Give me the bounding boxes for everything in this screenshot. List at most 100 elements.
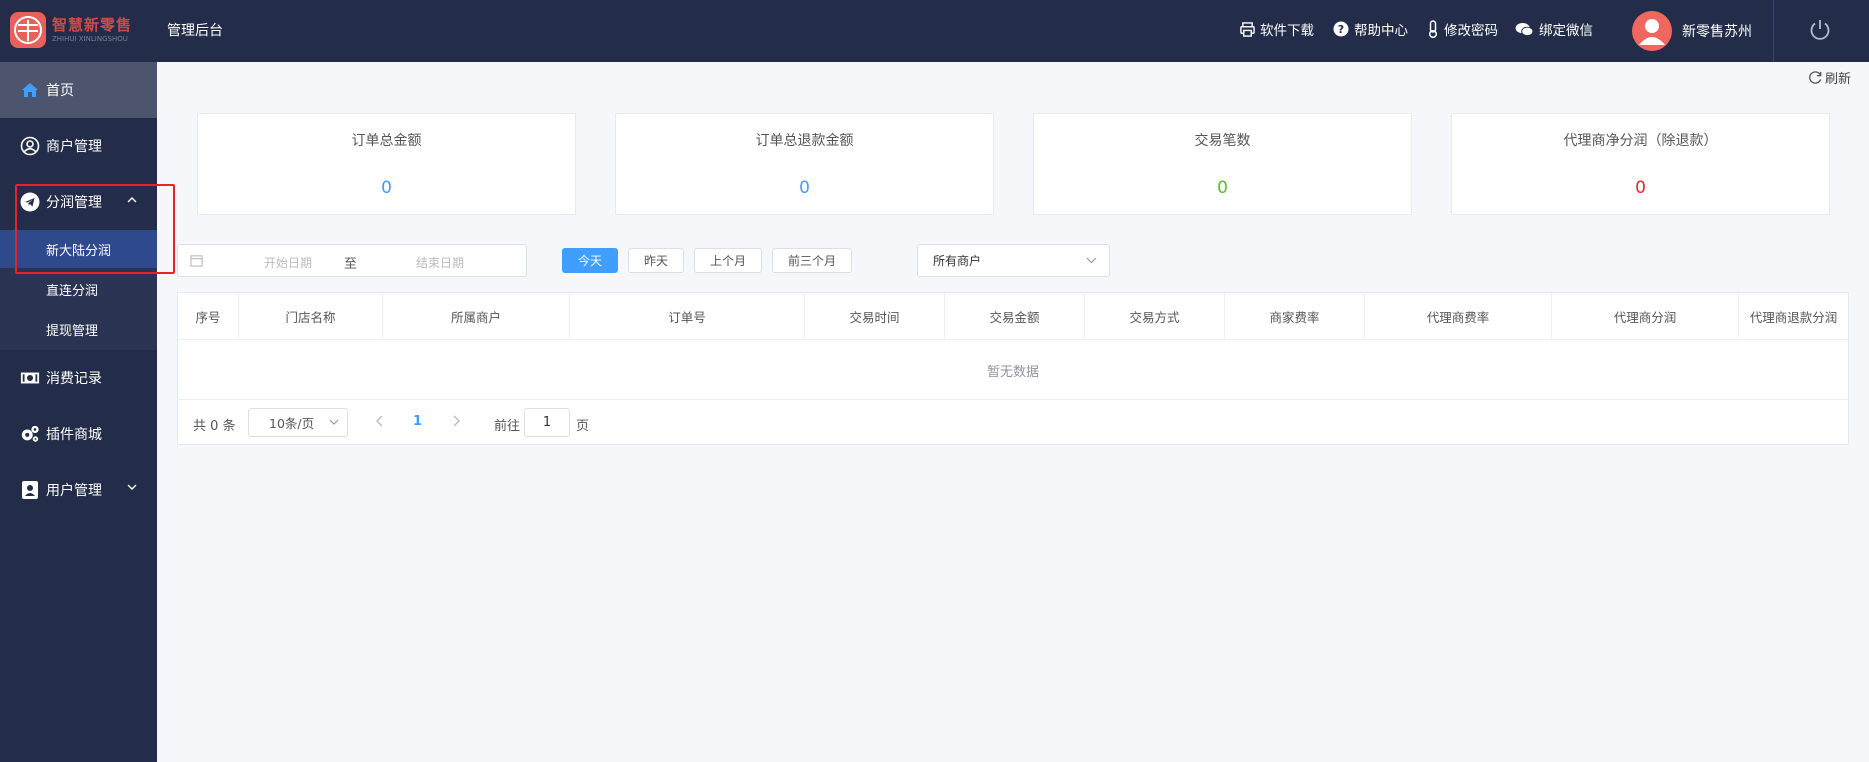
start-date-input[interactable]: 开始日期 bbox=[248, 254, 328, 271]
calendar-icon bbox=[190, 255, 203, 267]
chevron-down-icon bbox=[1086, 257, 1097, 264]
chevron-up-icon bbox=[127, 197, 137, 203]
home-icon bbox=[20, 80, 40, 100]
sidebar-item-consumption[interactable]: 消费记录 bbox=[0, 350, 157, 406]
stat-card-refund-total: 订单总退款金额 0 bbox=[615, 113, 994, 215]
goto-page-input[interactable] bbox=[524, 408, 570, 437]
sidebar-item-merchant[interactable]: 商户管理 bbox=[0, 118, 157, 174]
help-center-label: 帮助中心 bbox=[1354, 23, 1408, 39]
column-header: 交易方式 bbox=[1085, 293, 1225, 340]
sidebar-item-label: 首页 bbox=[46, 83, 74, 99]
column-header: 订单号 bbox=[570, 293, 805, 340]
contact-book-icon bbox=[20, 480, 40, 500]
printer-icon bbox=[1240, 21, 1255, 37]
empty-state: 暂无数据 bbox=[178, 341, 1848, 400]
last-month-button[interactable]: 上个月 bbox=[694, 248, 762, 273]
last-three-months-button[interactable]: 前三个月 bbox=[772, 248, 852, 273]
refresh-button[interactable]: 刷新 bbox=[1808, 68, 1851, 87]
column-header: 代理商费率 bbox=[1365, 293, 1552, 340]
next-page-button[interactable] bbox=[451, 414, 461, 428]
sidebar-subitem-label: 提现管理 bbox=[46, 323, 99, 339]
stat-card-order-total: 订单总金额 0 bbox=[197, 113, 576, 215]
software-download-label: 软件下载 bbox=[1260, 23, 1314, 39]
telegram-icon bbox=[20, 192, 40, 212]
sidebar-subitem-label: 新大陆分润 bbox=[46, 243, 112, 259]
software-download-link[interactable]: 软件下载 bbox=[1240, 19, 1314, 39]
logo-text: 智慧新零售 bbox=[52, 15, 133, 34]
sidebar-item-label: 商户管理 bbox=[46, 139, 102, 155]
user-icon bbox=[1639, 19, 1665, 45]
power-icon bbox=[1810, 20, 1830, 40]
gears-icon bbox=[20, 424, 40, 444]
goto-suffix: 页 bbox=[576, 419, 590, 434]
sidebar-subitem-direct-profit[interactable]: 直连分润 bbox=[0, 270, 157, 308]
refresh-label: 刷新 bbox=[1825, 72, 1852, 87]
table-header: 序号 门店名称 所属商户 订单号 交易时间 交易金额 交易方式 商家费率 代理商… bbox=[178, 293, 1848, 340]
chat-bubbles-icon bbox=[1515, 22, 1534, 36]
sidebar-item-user-management[interactable]: 用户管理 bbox=[0, 462, 157, 518]
stat-label: 订单总金额 bbox=[351, 133, 422, 149]
page-size-value: 10条/页 bbox=[269, 416, 315, 431]
stat-value: 0 bbox=[799, 178, 810, 198]
user-avatar[interactable] bbox=[1632, 11, 1672, 51]
sidebar-item-label: 用户管理 bbox=[46, 483, 102, 499]
logout-button[interactable] bbox=[1808, 18, 1832, 46]
sidebar-subitem-label: 直连分润 bbox=[46, 283, 99, 299]
money-icon bbox=[20, 368, 40, 388]
stat-label: 订单总退款金额 bbox=[755, 133, 854, 149]
top-header: 智慧新零售 ZHIHUI XINLINGSHOU 管理后台 软件下载 ? 帮助中… bbox=[0, 0, 1869, 62]
bind-wechat-label: 绑定微信 bbox=[1539, 23, 1593, 39]
date-range-picker[interactable]: 开始日期 至 结束日期 bbox=[177, 244, 527, 277]
refresh-icon bbox=[1809, 71, 1822, 84]
today-button[interactable]: 今天 bbox=[562, 248, 618, 273]
column-header: 交易时间 bbox=[805, 293, 945, 340]
merchant-select[interactable]: 所有商户 bbox=[917, 244, 1110, 277]
svg-text:?: ? bbox=[1338, 23, 1344, 36]
prev-page-button[interactable] bbox=[375, 414, 385, 428]
sidebar: 首页 商户管理 分润管理 新大陆分润 直连分润 提现管理 消费记录 插件商城 用… bbox=[0, 62, 157, 762]
stat-label: 交易笔数 bbox=[1194, 133, 1251, 149]
brand-logo[interactable]: 智慧新零售 ZHIHUI XINLINGSHOU bbox=[10, 10, 146, 50]
thermometer-icon bbox=[1428, 20, 1438, 38]
merchant-select-value: 所有商户 bbox=[933, 254, 982, 268]
logo-icon bbox=[10, 12, 46, 48]
column-header: 序号 bbox=[178, 293, 239, 340]
header-title: 管理后台 bbox=[167, 23, 223, 39]
goto-label: 前往 bbox=[494, 419, 521, 434]
sidebar-subitem-withdrawal[interactable]: 提现管理 bbox=[0, 310, 157, 348]
end-date-input[interactable]: 结束日期 bbox=[400, 254, 480, 271]
header-divider bbox=[1773, 0, 1774, 62]
stat-label: 代理商净分润（除退款） bbox=[1563, 133, 1718, 149]
user-circle-icon bbox=[20, 136, 40, 156]
change-password-link[interactable]: 修改密码 bbox=[1427, 19, 1498, 39]
sidebar-item-label: 消费记录 bbox=[46, 371, 102, 387]
sidebar-item-profit-sharing[interactable]: 分润管理 bbox=[0, 174, 157, 230]
sidebar-item-home[interactable]: 首页 bbox=[0, 62, 157, 118]
column-header: 代理商分润 bbox=[1552, 293, 1739, 340]
column-header: 商家费率 bbox=[1225, 293, 1365, 340]
pagination: 共 0 条 10条/页 1 前往 页 bbox=[178, 401, 1848, 445]
stat-card-transaction-count: 交易笔数 0 bbox=[1033, 113, 1412, 215]
yesterday-button[interactable]: 昨天 bbox=[628, 248, 684, 273]
sidebar-item-plugin-store[interactable]: 插件商城 bbox=[0, 406, 157, 462]
date-separator: 至 bbox=[344, 257, 358, 272]
sidebar-subitem-newland-profit[interactable]: 新大陆分润 bbox=[0, 230, 157, 268]
page-number[interactable]: 1 bbox=[413, 414, 422, 429]
column-header: 交易金额 bbox=[945, 293, 1085, 340]
sidebar-item-label: 插件商城 bbox=[46, 427, 102, 443]
page-size-select[interactable]: 10条/页 bbox=[248, 408, 348, 437]
question-circle-icon: ? bbox=[1333, 21, 1349, 37]
profit-sharing-submenu: 新大陆分润 直连分润 提现管理 bbox=[0, 230, 157, 350]
stat-card-agent-net-profit: 代理商净分润（除退款） 0 bbox=[1451, 113, 1830, 215]
logo-subtext: ZHIHUI XINLINGSHOU bbox=[52, 34, 128, 43]
username[interactable]: 新零售苏州 bbox=[1682, 21, 1752, 41]
stat-value: 0 bbox=[1217, 178, 1228, 198]
stat-value: 0 bbox=[1635, 178, 1646, 198]
change-password-label: 修改密码 bbox=[1444, 23, 1498, 39]
help-center-link[interactable]: ? 帮助中心 bbox=[1333, 19, 1408, 39]
stat-value: 0 bbox=[381, 178, 392, 198]
column-header: 所属商户 bbox=[383, 293, 570, 340]
total-count: 共 0 条 bbox=[193, 419, 236, 434]
bind-wechat-link[interactable]: 绑定微信 bbox=[1515, 19, 1593, 39]
sidebar-item-label: 分润管理 bbox=[46, 195, 102, 211]
